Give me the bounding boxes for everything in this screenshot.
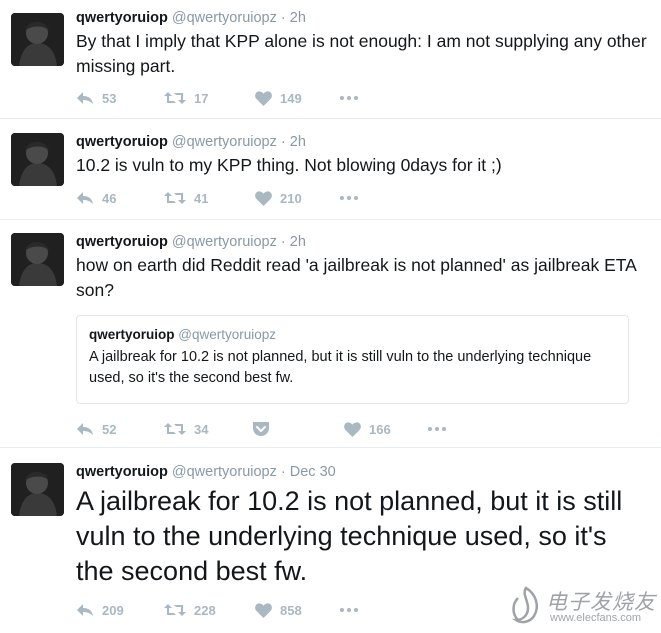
reply-button[interactable]: 209: [76, 603, 124, 618]
reply-icon: [77, 604, 93, 616]
retweet-count: 17: [194, 90, 209, 106]
like-count: 149: [280, 90, 302, 106]
retweet-icon: [164, 423, 186, 435]
like-button[interactable]: 166: [344, 422, 391, 437]
more-icon[interactable]: [340, 188, 358, 208]
reply-icon: [77, 423, 93, 435]
avatar[interactable]: [11, 13, 64, 66]
watermark-url: www.elecfans.com: [550, 612, 642, 624]
retweet-count: 228: [194, 602, 216, 618]
timestamp[interactable]: 2h: [290, 134, 306, 150]
more-icon[interactable]: [340, 88, 358, 108]
retweet-button[interactable]: 17: [164, 91, 208, 106]
retweet-button[interactable]: 34: [164, 422, 208, 437]
quoted-tweet[interactable]: qwertyoruiop @qwertyoruiopz A jailbreak …: [76, 315, 629, 404]
reply-count: 209: [102, 602, 124, 618]
handle[interactable]: @qwertyoruiopz: [172, 10, 277, 26]
like-button[interactable]: 149: [255, 91, 302, 106]
username[interactable]: qwertyoruiop: [76, 234, 168, 250]
avatar[interactable]: [11, 463, 64, 516]
reply-count: 46: [102, 190, 117, 206]
heart-icon: [255, 190, 272, 206]
heart-icon: [255, 602, 272, 618]
tweet-header: qwertyoruiop @qwertyoruiopz · 2h: [76, 233, 649, 251]
separator-dot: ·: [280, 134, 286, 150]
watermark: 电子发烧友 www.elecfans.com: [506, 582, 656, 632]
more-icon[interactable]: [340, 600, 358, 620]
reply-icon: [77, 192, 93, 204]
reply-button[interactable]: 52: [76, 422, 116, 437]
retweet-count: 41: [194, 190, 209, 206]
like-count: 858: [280, 602, 302, 618]
reply-button[interactable]: 46: [76, 191, 116, 206]
timestamp[interactable]: 2h: [290, 234, 306, 250]
username[interactable]: qwertyoruiop: [76, 10, 168, 26]
like-button[interactable]: 210: [255, 191, 302, 206]
watermark-logo-icon: [511, 586, 538, 624]
quoted-tweet-header: qwertyoruiop @qwertyoruiopz: [89, 326, 616, 344]
reply-icon: [77, 92, 93, 104]
reply-count: 53: [102, 90, 117, 106]
handle[interactable]: @qwertyoruiopz: [172, 464, 277, 480]
retweet-button[interactable]: 228: [164, 603, 216, 618]
avatar[interactable]: [11, 233, 64, 286]
separator-dot: ·: [280, 464, 286, 480]
username[interactable]: qwertyoruiop: [76, 134, 168, 150]
retweet-icon: [164, 92, 186, 104]
more-icon[interactable]: [428, 419, 446, 439]
tweet-text: how on earth did Reddit read 'a jailbrea…: [76, 255, 636, 300]
tweet-2[interactable]: qwertyoruiop @qwertyoruiopz · 2h 10.2 is…: [0, 119, 661, 220]
heart-icon: [255, 90, 272, 106]
tweet-text: 10.2 is vuln to my KPP thing. Not blowin…: [76, 155, 502, 175]
handle[interactable]: @qwertyoruiopz: [172, 134, 277, 150]
username[interactable]: qwertyoruiop: [76, 464, 168, 480]
tweet-header: qwertyoruiop @qwertyoruiopz · 2h: [76, 133, 649, 151]
retweet-icon: [164, 192, 186, 204]
quoted-username[interactable]: qwertyoruiop: [89, 327, 175, 342]
reply-count: 52: [102, 421, 117, 437]
tweet-3[interactable]: qwertyoruiop @qwertyoruiopz · 2h how on …: [0, 220, 661, 448]
heart-icon: [344, 421, 361, 437]
tweet-text: A jailbreak for 10.2 is not planned, but…: [76, 486, 623, 586]
tweet-header: qwertyoruiop @qwertyoruiopz · 2h: [76, 9, 649, 27]
like-count: 210: [280, 190, 302, 206]
retweet-count: 34: [194, 421, 209, 437]
tweet-1[interactable]: qwertyoruiop @qwertyoruiopz · 2h By that…: [0, 0, 661, 119]
reply-button[interactable]: 53: [76, 91, 116, 106]
timestamp[interactable]: 2h: [290, 10, 306, 26]
like-button[interactable]: 858: [255, 603, 302, 618]
tweet-header: qwertyoruiop @qwertyoruiopz · Dec 30: [76, 463, 649, 481]
handle[interactable]: @qwertyoruiopz: [172, 234, 277, 250]
separator-dot: ·: [280, 10, 286, 26]
quoted-handle[interactable]: @qwertyoruiopz: [178, 327, 276, 342]
retweet-icon: [164, 604, 186, 616]
retweet-button[interactable]: 41: [164, 191, 208, 206]
like-count: 166: [369, 421, 391, 437]
timestamp[interactable]: Dec 30: [290, 464, 336, 480]
separator-dot: ·: [280, 234, 286, 250]
pocket-icon: [253, 422, 269, 436]
tweet-text: By that I imply that KPP alone is not en…: [76, 31, 647, 76]
avatar[interactable]: [11, 133, 64, 186]
quoted-tweet-text: A jailbreak for 10.2 is not planned, but…: [89, 349, 592, 386]
pocket-button[interactable]: [252, 421, 278, 437]
